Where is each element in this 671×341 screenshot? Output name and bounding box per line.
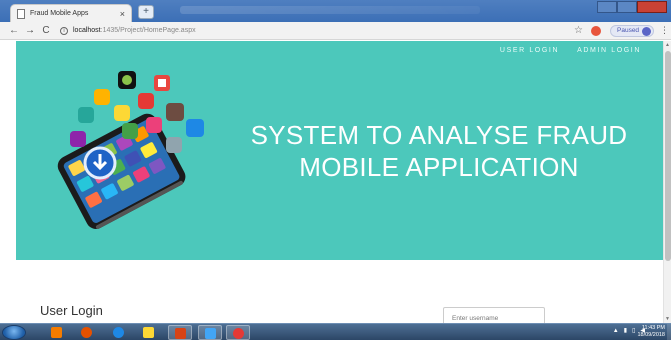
- start-button[interactable]: [2, 325, 26, 340]
- clock-date: 18/09/2018: [637, 332, 665, 338]
- tab-close-icon[interactable]: ×: [120, 9, 125, 19]
- chrome-icon[interactable]: [226, 325, 250, 340]
- nav-admin-login[interactable]: ADMIN LOGIN: [577, 47, 641, 54]
- scroll-up-icon[interactable]: ▲: [665, 42, 670, 48]
- hero-title: SYSTEM TO ANALYSE FRAUD MOBILE APPLICATI…: [224, 119, 654, 183]
- network-app-icon[interactable]: [198, 325, 222, 340]
- hero-title-line-2: MOBILE APPLICATION: [299, 152, 579, 182]
- reload-button[interactable]: C: [40, 25, 52, 36]
- hero-banner: USER LOGIN ADMIN LOGIN SYSTEM TO ANALYSE…: [16, 41, 663, 260]
- url-host: localhost: [73, 27, 101, 34]
- browser-tab[interactable]: Fraud Mobile Apps ×: [10, 4, 132, 22]
- bookmark-star-icon[interactable]: ☆: [574, 25, 583, 36]
- page-icon: [17, 8, 25, 19]
- profile-status: Paused: [617, 27, 640, 34]
- username-input[interactable]: [443, 307, 545, 323]
- scroll-thumb[interactable]: [665, 51, 671, 261]
- page-scrollbar[interactable]: ▲ ▼: [663, 41, 671, 323]
- phone-apps-illustration: [57, 71, 204, 229]
- tab-title: Fraud Mobile Apps: [30, 10, 89, 17]
- close-window-button[interactable]: [637, 1, 667, 13]
- maximize-button[interactable]: [617, 1, 637, 13]
- browser-titlebar: Fraud Mobile Apps × +: [0, 0, 671, 22]
- back-button[interactable]: ←: [8, 25, 20, 36]
- file-explorer-icon[interactable]: [136, 325, 160, 340]
- profile-avatar: [642, 27, 652, 36]
- new-tab-button[interactable]: +: [138, 5, 154, 19]
- address-bar: ← → C i localhost:1435/Project/HomePage.…: [0, 22, 671, 40]
- url-field[interactable]: i localhost:1435/Project/HomePage.aspx: [60, 24, 580, 38]
- window-controls: [597, 1, 667, 13]
- battery-icon[interactable]: ▯: [632, 327, 635, 334]
- site-info-icon[interactable]: i: [60, 26, 68, 35]
- page-viewport: USER LOGIN ADMIN LOGIN SYSTEM TO ANALYSE…: [0, 41, 663, 323]
- profile-paused-button[interactable]: Paused: [610, 25, 655, 37]
- clock-time: 11:43 PM: [641, 325, 665, 331]
- browser-menu-icon[interactable]: ⋮: [660, 25, 669, 36]
- firefox-icon[interactable]: [74, 325, 98, 340]
- system-clock[interactable]: 11:43 PM 18/09/2018: [637, 325, 665, 339]
- top-navigation: USER LOGIN ADMIN LOGIN: [500, 47, 641, 54]
- login-heading: User Login: [40, 303, 103, 318]
- titlebar-strip: [180, 6, 480, 14]
- tray-expand-icon[interactable]: ▲: [613, 328, 619, 334]
- show-desktop-button[interactable]: [667, 324, 671, 341]
- forward-button[interactable]: →: [24, 25, 36, 36]
- nav-user-login[interactable]: USER LOGIN: [500, 47, 559, 54]
- url-path: :1435/Project/HomePage.aspx: [100, 27, 196, 34]
- media-player-icon[interactable]: [44, 325, 68, 340]
- extension-icon[interactable]: [591, 26, 601, 36]
- network-signal-icon[interactable]: ▮: [624, 327, 627, 334]
- internet-explorer-icon[interactable]: [106, 325, 130, 340]
- minimize-button[interactable]: [597, 1, 617, 13]
- powerpoint-icon[interactable]: [168, 325, 192, 340]
- taskbar: ▲ ▮ ▯ ◀ 11:43 PM 18/09/2018: [0, 323, 671, 341]
- scroll-down-icon[interactable]: ▼: [665, 316, 670, 322]
- hero-title-line-1: SYSTEM TO ANALYSE FRAUD: [250, 120, 628, 150]
